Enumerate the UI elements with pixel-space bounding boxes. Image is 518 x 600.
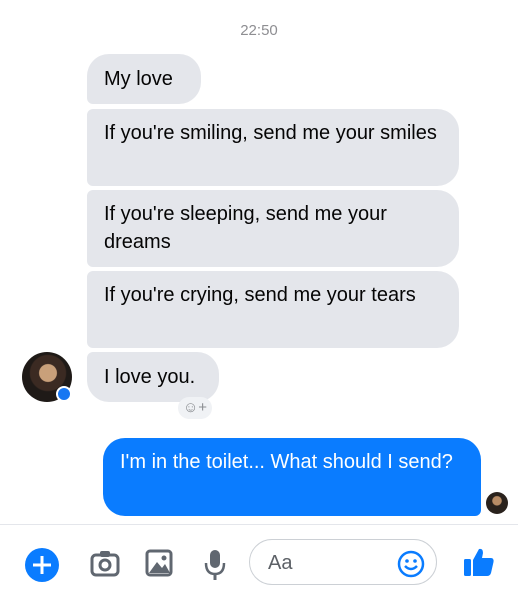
gallery-icon[interactable] [145,549,173,582]
add-reaction-button[interactable]: ☺+ [178,397,212,419]
incoming-message-bubble[interactable]: If you're smiling, send me your smiles [87,109,459,186]
messenger-badge-icon [56,386,72,402]
microphone-icon[interactable] [203,549,227,586]
incoming-message-bubble[interactable]: I love you. [87,352,219,402]
incoming-message-bubble[interactable]: My love [87,54,201,104]
outgoing-message-bubble[interactable]: I'm in the toilet... What should I send? [103,438,481,516]
camera-icon[interactable] [90,549,120,582]
incoming-message-bubble[interactable]: If you're crying, send me your tears [87,271,459,348]
emoji-icon[interactable] [397,550,425,583]
message-input-placeholder: Aa [268,552,293,574]
message-timestamp: 22:50 [240,22,278,39]
message-composer: Aa [0,524,518,600]
thumbs-up-icon[interactable] [462,545,496,584]
incoming-message-bubble[interactable]: If you're sleeping, send me your dreams [87,190,459,267]
read-receipt-avatar [486,492,508,514]
plus-icon[interactable] [25,548,59,582]
